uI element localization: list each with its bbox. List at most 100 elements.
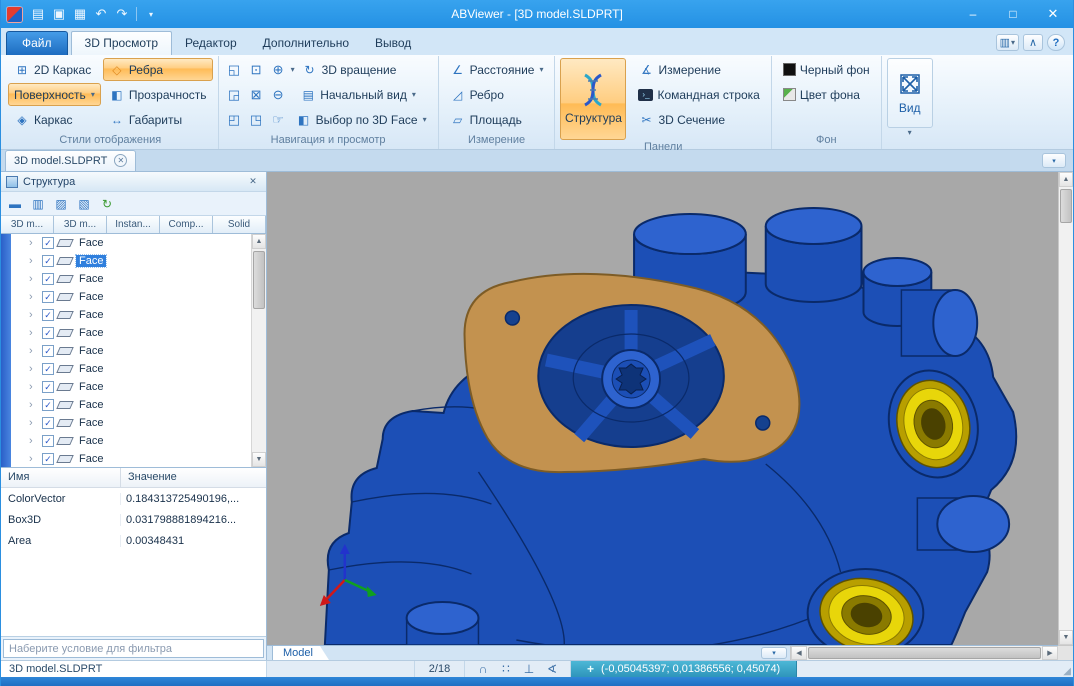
checkbox-checked-icon[interactable]: ✓: [42, 453, 54, 465]
filter-input[interactable]: [3, 639, 264, 658]
edit-node-icon[interactable]: ▨: [51, 194, 71, 213]
surface-button[interactable]: Поверхность ▾: [8, 83, 101, 106]
hand-icon[interactable]: ☞: [268, 109, 289, 130]
viewport-horizontal-scrollbar[interactable]: ◀ ▶: [790, 646, 1058, 660]
scrollbar-thumb[interactable]: [253, 251, 265, 309]
collapse-tree-icon[interactable]: ▬: [5, 194, 25, 213]
expand-icon[interactable]: ›: [29, 363, 38, 375]
scrollbar-thumb[interactable]: [808, 647, 1041, 659]
structure-tab-4[interactable]: Solid: [213, 216, 266, 233]
ortho-icon[interactable]: ⊥: [522, 662, 536, 676]
window-menu-button[interactable]: ▥ ▾: [995, 34, 1019, 51]
checkbox-checked-icon[interactable]: ✓: [42, 327, 54, 339]
expand-icon[interactable]: ›: [29, 417, 38, 429]
tree-row[interactable]: › ✓ Face: [13, 450, 251, 467]
orbit-icon[interactable]: ◳: [246, 109, 267, 130]
help-button[interactable]: ?: [1047, 34, 1065, 51]
checkbox-checked-icon[interactable]: ✓: [42, 363, 54, 375]
view-group-dropdown-icon[interactable]: ▾: [908, 128, 912, 140]
tab-3d-view[interactable]: 3D Просмотр: [70, 31, 172, 56]
checkbox-checked-icon[interactable]: ✓: [42, 237, 54, 249]
tree-scrollbar[interactable]: ▲ ▼: [251, 234, 266, 467]
expand-icon[interactable]: ›: [29, 327, 38, 339]
structure-tab-1[interactable]: 3D m...: [54, 216, 107, 233]
extents-button[interactable]: ↔ Габариты: [103, 108, 213, 131]
checkbox-checked-icon[interactable]: ✓: [42, 273, 54, 285]
checkbox-checked-icon[interactable]: ✓: [42, 345, 54, 357]
scroll-right-icon[interactable]: ▶: [1042, 646, 1058, 660]
angle-snap-icon[interactable]: ∢: [545, 662, 559, 676]
tab-output[interactable]: Вывод: [362, 32, 424, 55]
transparency-button[interactable]: ◧ Прозрачность: [103, 83, 213, 106]
checkbox-checked-icon[interactable]: ✓: [42, 417, 54, 429]
black-background-button[interactable]: Черный фон: [777, 58, 876, 81]
app-icon[interactable]: [6, 5, 23, 23]
expand-icon[interactable]: ›: [29, 381, 38, 393]
document-tab[interactable]: 3D model.SLDPRT ✕: [5, 150, 137, 171]
tree-row[interactable]: › ✓ Face: [13, 432, 251, 450]
area-button[interactable]: ▱ Площадь: [444, 108, 528, 131]
columns-icon[interactable]: ▥: [28, 194, 48, 213]
scrollbar-thumb[interactable]: [1060, 189, 1072, 223]
tab-advanced[interactable]: Дополнительно: [250, 32, 362, 55]
viewport-vertical-scrollbar[interactable]: ▲ ▼: [1058, 172, 1073, 645]
document-close-icon[interactable]: ✕: [114, 154, 128, 167]
grid-icon[interactable]: ∷: [499, 662, 513, 676]
qat-dropdown-icon[interactable]: ▾: [141, 4, 161, 24]
tree-row[interactable]: › ✓ Face: [13, 324, 251, 342]
wireframe-2d-button[interactable]: ⊞ 2D Каркас: [8, 58, 101, 81]
expand-icon[interactable]: ›: [29, 255, 38, 267]
property-row[interactable]: Area 0.00348431: [1, 530, 266, 551]
scroll-up-icon[interactable]: ▲: [1059, 172, 1073, 187]
scroll-down-icon[interactable]: ▼: [252, 452, 266, 467]
properties-icon[interactable]: ▧: [74, 194, 94, 213]
tree-row[interactable]: › ✓ Face: [13, 234, 251, 252]
checkbox-checked-icon[interactable]: ✓: [42, 435, 54, 447]
tree-row-selected[interactable]: › ✓ Face: [13, 252, 251, 270]
initial-view-button[interactable]: ▤ Начальный вид ▾: [294, 83, 422, 106]
checkbox-checked-icon[interactable]: ✓: [42, 255, 54, 267]
open-icon[interactable]: ▣: [49, 4, 69, 24]
tree-row[interactable]: › ✓ Face: [13, 396, 251, 414]
expand-icon[interactable]: ›: [29, 273, 38, 285]
structure-panel-button[interactable]: Структура: [560, 58, 627, 140]
save-icon[interactable]: ▦: [70, 4, 90, 24]
view-button[interactable]: Вид: [886, 58, 933, 128]
zoom-out-icon[interactable]: ⊖: [268, 84, 289, 105]
scroll-up-icon[interactable]: ▲: [252, 234, 266, 249]
expand-icon[interactable]: ›: [29, 453, 38, 465]
resize-grip[interactable]: ◢: [1057, 661, 1073, 677]
structure-tab-3[interactable]: Comp...: [160, 216, 213, 233]
command-line-button[interactable]: ›_ Командная строка: [632, 83, 765, 106]
expand-icon[interactable]: ›: [29, 345, 38, 357]
model-3d-canvas[interactable]: [267, 172, 1058, 645]
document-bar-dropdown-button[interactable]: ▾: [1042, 153, 1066, 168]
model-layout-tab[interactable]: Model: [272, 646, 329, 660]
expand-icon[interactable]: ›: [29, 435, 38, 447]
pan-icon[interactable]: ◱: [224, 59, 245, 80]
edge-button[interactable]: ◿ Ребро: [444, 83, 510, 106]
tab-editor[interactable]: Редактор: [172, 32, 250, 55]
checkbox-checked-icon[interactable]: ✓: [42, 381, 54, 393]
tab-file[interactable]: Файл: [6, 31, 68, 55]
snap-icon[interactable]: ∩: [476, 662, 490, 676]
checkbox-checked-icon[interactable]: ✓: [42, 309, 54, 321]
property-row[interactable]: ColorVector 0.184313725490196,...: [1, 488, 266, 509]
zoom-extents-icon[interactable]: ◲: [224, 84, 245, 105]
tree-row[interactable]: › ✓ Face: [13, 270, 251, 288]
structure-tab-0[interactable]: 3D m...: [1, 216, 54, 233]
panel-close-icon[interactable]: ✕: [245, 175, 261, 189]
structure-tab-2[interactable]: Instan...: [107, 216, 160, 233]
tree-row[interactable]: › ✓ Face: [13, 288, 251, 306]
measure-panel-button[interactable]: ∡ Измерение: [632, 58, 726, 81]
distance-button[interactable]: ∠ Расстояние ▾: [444, 58, 550, 81]
section-3d-button[interactable]: ✂ 3D Сечение: [632, 108, 731, 131]
previous-view-icon[interactable]: ◰: [224, 109, 245, 130]
expand-icon[interactable]: ›: [29, 309, 38, 321]
undo-icon[interactable]: ↶: [91, 4, 111, 24]
layout-list-dropdown-icon[interactable]: ▾: [761, 647, 787, 659]
scroll-left-icon[interactable]: ◀: [791, 646, 807, 660]
zoom-selection-icon[interactable]: ⊠: [246, 84, 267, 105]
zoom-in-icon[interactable]: ⊕: [268, 59, 289, 80]
checkbox-checked-icon[interactable]: ✓: [42, 291, 54, 303]
